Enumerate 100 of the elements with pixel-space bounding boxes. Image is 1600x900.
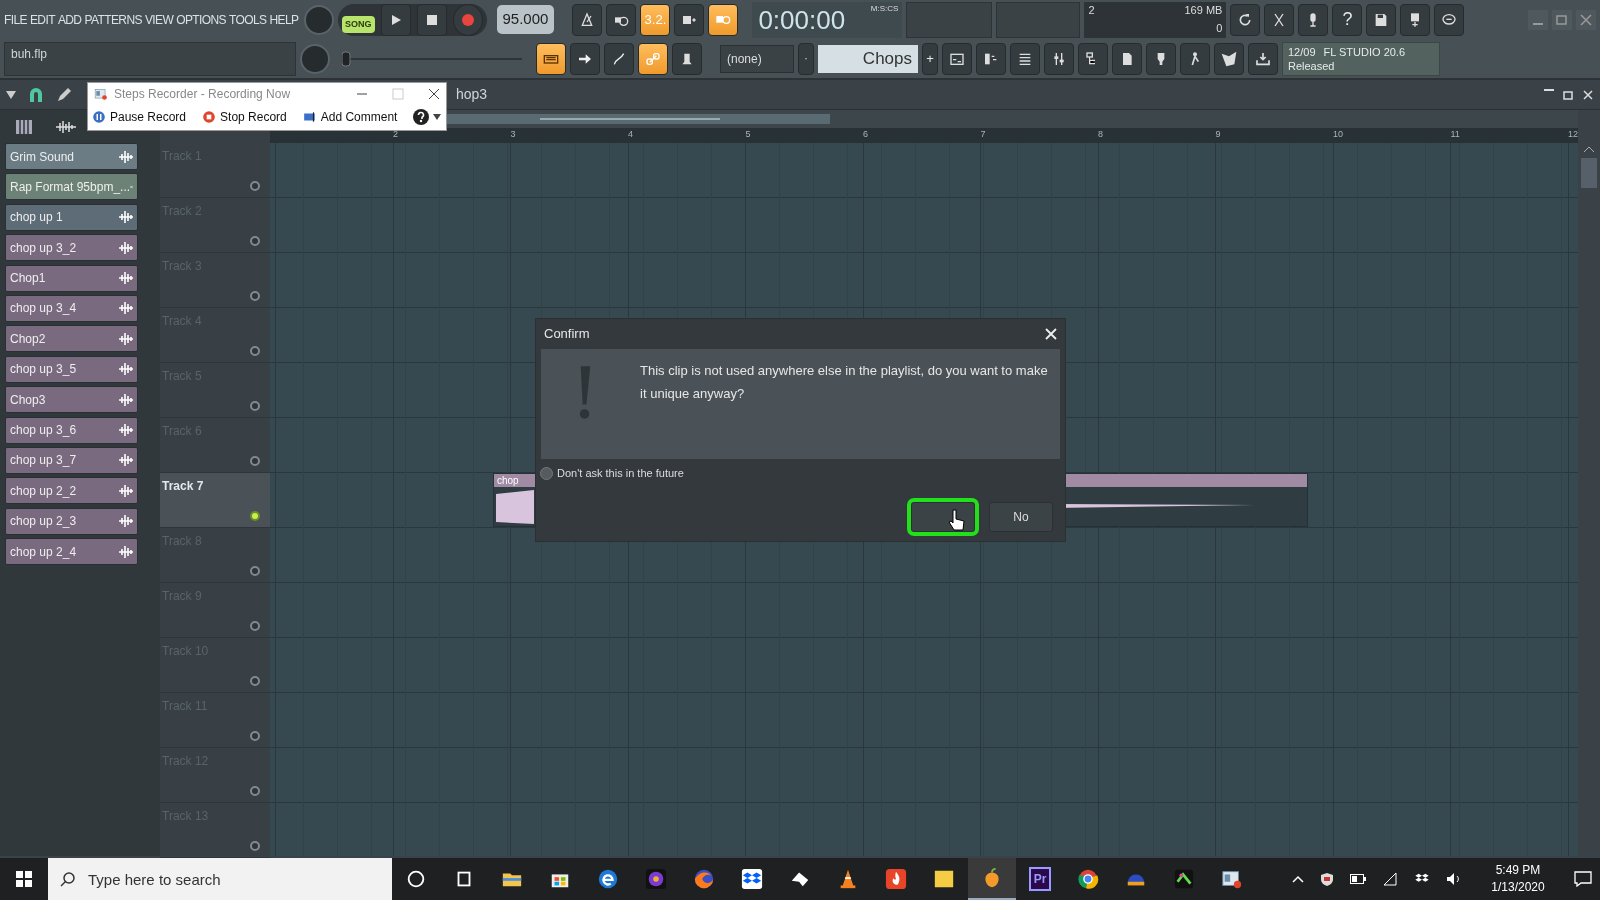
menu-item[interactable]: HELP [269,10,299,29]
mute-led[interactable] [250,676,260,686]
menu-item[interactable]: FILE [4,10,27,29]
browser-item[interactable]: Rap Format 95bpm_... [5,173,138,201]
menu-item[interactable]: EDIT [29,10,55,29]
stop-button[interactable] [416,3,447,36]
mute-led[interactable] [250,236,260,246]
browser-item[interactable]: chop up 3_5 [5,355,138,383]
waveform-drawing [496,490,534,524]
no-button[interactable]: No [989,501,1053,532]
browser-item[interactable]: Grim Sound [5,143,138,170]
window-button[interactable] [976,42,1006,75]
browser-item[interactable]: chop up 3_6 [5,416,138,444]
browser-item[interactable]: chop up 2_4 [5,538,138,566]
toolbar-button[interactable] [1366,3,1397,36]
browser-item[interactable]: chop up 3_2 [5,234,138,262]
waveform-icon [119,484,133,497]
mute-led[interactable] [250,566,260,576]
checkbox[interactable] [540,466,553,480]
toolbar-button[interactable] [1434,3,1465,36]
add-pattern-button[interactable]: + [922,42,938,75]
waveform-icon [119,241,133,254]
mute-led[interactable] [250,291,260,301]
menu-item[interactable]: ADD [57,10,82,29]
window-button[interactable] [1078,42,1108,75]
window-button[interactable] [1044,42,1074,75]
toolbar-toggle[interactable] [672,42,702,75]
taskbar-app[interactable]: Pr [1016,858,1064,900]
toolbar-button[interactable] [1400,3,1431,36]
mute-led[interactable] [250,456,260,466]
waveform-icon [119,332,133,345]
maximize-icon [392,88,404,100]
window-button[interactable] [1112,42,1142,75]
mute-led[interactable] [250,401,260,411]
help-dropdown[interactable] [413,109,442,125]
track-header[interactable]: Track 7 [160,473,270,528]
browser-item[interactable]: chop up 2_3 [5,507,138,535]
mute-led[interactable] [250,621,260,631]
toolbar-toggle[interactable] [570,42,600,75]
minimize-icon[interactable] [1528,9,1548,30]
search-field[interactable]: Type here to search [48,858,392,900]
record-button[interactable] [452,3,483,36]
song-mode-toggle[interactable]: SONG [342,15,375,34]
toolbar-toggle[interactable] [674,3,705,36]
toolbar-button[interactable] [1298,3,1329,36]
pattern-name-field[interactable]: Chops [818,44,918,73]
toolbar-toggle[interactable] [638,42,668,75]
browser-item[interactable]: chop up 2_2 [5,477,138,505]
toolbar-button[interactable]: Add Comment [302,108,398,126]
menu-item[interactable]: VIEW [144,10,174,29]
browser-item[interactable]: chop up 3_7 [5,446,138,474]
restore-icon [1562,88,1574,101]
toolbar-button[interactable] [1264,3,1295,36]
play-button[interactable] [380,3,411,36]
toolbar-button[interactable] [1230,3,1261,36]
pattern-dropdown[interactable]: (none) [720,44,794,73]
menu-item[interactable]: PATTERNS [84,10,142,29]
play-icon [389,13,402,26]
close-icon[interactable] [1045,328,1057,340]
window-record-icon [1221,868,1243,890]
minimize-icon [1544,88,1554,91]
toolbar-button[interactable]: Pause Record [92,108,187,126]
shield-icon [1320,872,1334,886]
browser-item[interactable]: Chop2 [5,325,138,353]
toolbar-toggle[interactable] [572,3,603,36]
toolbar-toggle[interactable] [536,42,566,75]
mute-led[interactable] [250,841,260,851]
toolbar-toggle[interactable] [708,3,739,36]
comment-icon [302,110,317,124]
toolbar-toggle[interactable] [606,3,637,36]
toolbar-button[interactable]: Stop Record [202,108,287,126]
menu-item[interactable]: TOOLS [228,10,267,29]
window-button[interactable] [942,42,972,75]
browser-item[interactable]: Chop3 [5,386,138,414]
tempo-field[interactable]: 95.000 [496,5,555,34]
browser-item[interactable]: chop up 3_4 [5,294,138,322]
dialog-title: Confirm [544,325,590,344]
slider-thumb[interactable] [342,51,351,66]
window-button[interactable] [1248,42,1278,75]
mute-led[interactable] [250,511,260,521]
browser-item[interactable]: chop up 1 [5,203,138,231]
window-title: Steps Recorder - Recording Now [114,86,291,103]
mute-led[interactable] [250,346,260,356]
browser-item[interactable]: Chop1 [5,264,138,292]
mute-led[interactable] [250,731,260,741]
scrollbar-thumb[interactable] [1581,158,1597,188]
toolbar-toggle[interactable] [604,42,634,75]
mute-led[interactable] [250,786,260,796]
mute-led[interactable] [250,181,260,191]
menu-item[interactable]: OPTIONS [176,10,226,29]
help-button[interactable]: ? [1332,3,1363,36]
window-button[interactable] [1180,42,1210,75]
window-button[interactable] [1010,42,1040,75]
pattern-selector[interactable]: hop3 [456,84,488,105]
windows-logo-icon [16,871,32,887]
window-button[interactable] [1214,42,1244,75]
close-icon [1582,88,1594,101]
pencil-icon [56,86,72,103]
waveform-icon [119,515,133,528]
window-button[interactable] [1146,42,1176,75]
